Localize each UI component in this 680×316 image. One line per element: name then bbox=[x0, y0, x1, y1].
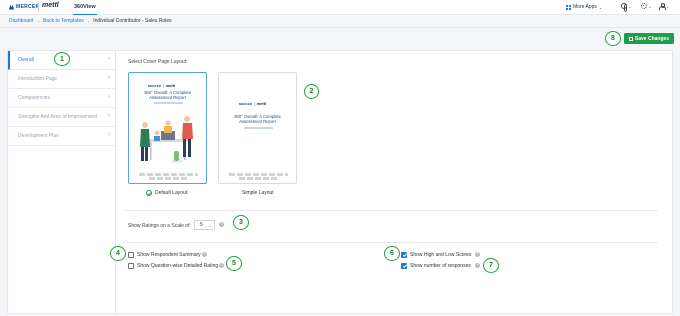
chevron-down-icon: ⌄ bbox=[666, 3, 670, 9]
globe-icon bbox=[621, 3, 628, 12]
chevron-down-icon: ⌄ bbox=[648, 3, 652, 9]
callout-3: 3 bbox=[233, 215, 249, 230]
scale-select[interactable]: 5 ⌄ bbox=[194, 220, 215, 230]
callout-1: 1 bbox=[54, 52, 70, 66]
breadcrumb: Dashboard › Back to Templates › Individu… bbox=[0, 15, 680, 28]
sidebar-item-introduction-page[interactable]: Introduction Page › bbox=[8, 70, 115, 89]
info-icon[interactable]: ? bbox=[475, 263, 480, 268]
mercer-logo-text: MERCER bbox=[16, 4, 40, 10]
language-menu[interactable]: ⌄ bbox=[621, 3, 632, 12]
save-changes-button[interactable]: Save Changes bbox=[624, 33, 674, 44]
mettl-logo: mettl bbox=[42, 2, 59, 9]
divider bbox=[123, 242, 658, 243]
card-logo-mettl: mettl bbox=[165, 83, 176, 88]
settings-panel: Overall › Introduction Page › Competenci… bbox=[7, 50, 673, 314]
respondent-summary-label: Show Respondent Summary bbox=[137, 252, 201, 258]
sidebar-item-strengths[interactable]: Strengths And Area of Improvement › bbox=[8, 108, 115, 127]
sidebar-item-label: Introduction Page bbox=[18, 76, 58, 82]
card-logo-divider bbox=[254, 101, 255, 106]
breadcrumb-dashboard[interactable]: Dashboard bbox=[9, 18, 33, 24]
card-logo-mettl: mettl bbox=[256, 101, 267, 106]
card-footer-lines bbox=[229, 173, 288, 176]
illustration-people-meeting bbox=[140, 116, 193, 163]
info-icon[interactable]: ? bbox=[202, 252, 207, 257]
chevron-right-icon: › bbox=[108, 56, 110, 62]
sidebar-item-competencies[interactable]: Competencies › bbox=[8, 89, 115, 108]
top-navbar: MERCER mettl 360View More Apps ⌄ ⌄ ⌄ ⌄ bbox=[0, 0, 680, 15]
card-title-line2: Assessment Report bbox=[149, 95, 186, 100]
number-of-responses-label: Show number of responses bbox=[410, 263, 471, 269]
save-changes-label: Save Changes bbox=[634, 35, 670, 42]
simple-layout-label: Simple Layout bbox=[242, 190, 274, 196]
selected-check-icon bbox=[146, 190, 152, 196]
settings-menu[interactable]: ⌄ bbox=[641, 3, 651, 9]
chevron-right-icon: › bbox=[108, 132, 110, 138]
breadcrumb-back-to-templates[interactable]: Back to Templates bbox=[43, 18, 84, 24]
respondent-summary-checkbox[interactable] bbox=[128, 252, 134, 258]
more-apps-menu[interactable]: More Apps ⌄ bbox=[566, 4, 602, 10]
callout-4: 4 bbox=[110, 246, 126, 261]
high-low-scores-label: Show High and Low Scores bbox=[410, 252, 472, 258]
chevron-right-icon: › bbox=[108, 75, 110, 81]
cover-layout-label: Select Cover Page Layout: bbox=[128, 59, 188, 65]
breadcrumb-separator-icon: › bbox=[87, 18, 90, 24]
mercer-mark-icon bbox=[9, 4, 14, 10]
divider bbox=[123, 210, 658, 211]
card-footer-lines bbox=[239, 177, 278, 180]
chevron-right-icon: › bbox=[108, 94, 110, 100]
card-logo-mercer: MERCER bbox=[239, 101, 253, 106]
logo-divider bbox=[38, 3, 39, 11]
chevron-down-icon: ⌄ bbox=[208, 222, 212, 228]
apps-grid-icon bbox=[566, 4, 571, 10]
chevron-down-icon: ⌄ bbox=[598, 4, 603, 10]
user-menu[interactable]: ⌄ bbox=[659, 3, 670, 10]
sidebar-item-label: Strengths And Area of Improvement bbox=[18, 114, 98, 120]
card-footer-lines bbox=[149, 177, 188, 180]
nav-tab-360view[interactable]: 360View bbox=[73, 0, 97, 15]
default-layout-card[interactable]: MERCER mettl 360° Overall: A Complete As… bbox=[128, 72, 207, 184]
callout-2: 2 bbox=[304, 84, 319, 99]
card-footer-lines bbox=[139, 173, 198, 176]
card-subtitle-bar bbox=[244, 127, 273, 129]
high-low-scores-checkbox[interactable] bbox=[401, 252, 407, 258]
info-icon[interactable]: ? bbox=[219, 222, 224, 227]
question-wise-rating-checkbox[interactable] bbox=[128, 263, 134, 269]
card-logo-mercer: MERCER bbox=[148, 83, 162, 88]
gear-icon bbox=[641, 3, 647, 9]
default-layout-caption[interactable]: Default Layout bbox=[146, 190, 187, 196]
sidebar: Overall › Introduction Page › Competenci… bbox=[8, 51, 116, 313]
more-apps-label: More Apps bbox=[573, 4, 597, 10]
sidebar-item-label: Overall bbox=[18, 57, 34, 63]
scale-value: 5 bbox=[200, 222, 203, 228]
number-of-responses-checkbox[interactable] bbox=[401, 263, 407, 269]
sidebar-item-label: Competencies bbox=[18, 95, 50, 101]
chevron-right-icon: › bbox=[108, 113, 110, 119]
simple-layout-caption[interactable]: Simple Layout bbox=[242, 190, 274, 196]
chevron-down-icon: ⌄ bbox=[628, 3, 632, 9]
default-layout-label: Default Layout bbox=[155, 190, 188, 196]
info-icon[interactable]: ? bbox=[219, 263, 224, 268]
card-title-line2: Assessment Report bbox=[239, 119, 276, 124]
callout-6: 6 bbox=[384, 246, 400, 261]
card-logo: MERCER mettl bbox=[239, 101, 266, 106]
scale-label: Show Ratings on a Scale of: bbox=[128, 223, 191, 229]
mercer-logo: MERCER bbox=[9, 4, 39, 10]
save-disk-icon bbox=[628, 36, 633, 41]
breadcrumb-separator-icon: › bbox=[37, 18, 39, 24]
info-icon[interactable]: ? bbox=[475, 252, 480, 257]
card-subtitle-bar bbox=[154, 102, 183, 104]
sidebar-item-label: Development Plan bbox=[18, 133, 59, 139]
user-icon bbox=[659, 3, 667, 10]
callout-5: 5 bbox=[226, 256, 242, 271]
breadcrumb-current: Individual Contributor - Sales Roles bbox=[93, 18, 172, 24]
card-logo: MERCER mettl bbox=[148, 83, 175, 88]
simple-layout-card[interactable]: MERCER mettl 360° Overall: A Complete As… bbox=[218, 72, 297, 184]
question-wise-rating-label: Show Question-wise Detailed Rating bbox=[137, 263, 219, 269]
callout-7: 7 bbox=[483, 258, 499, 273]
callout-8: 8 bbox=[605, 31, 621, 46]
sidebar-item-development-plan[interactable]: Development Plan › bbox=[8, 127, 115, 146]
card-logo-divider bbox=[163, 83, 164, 88]
